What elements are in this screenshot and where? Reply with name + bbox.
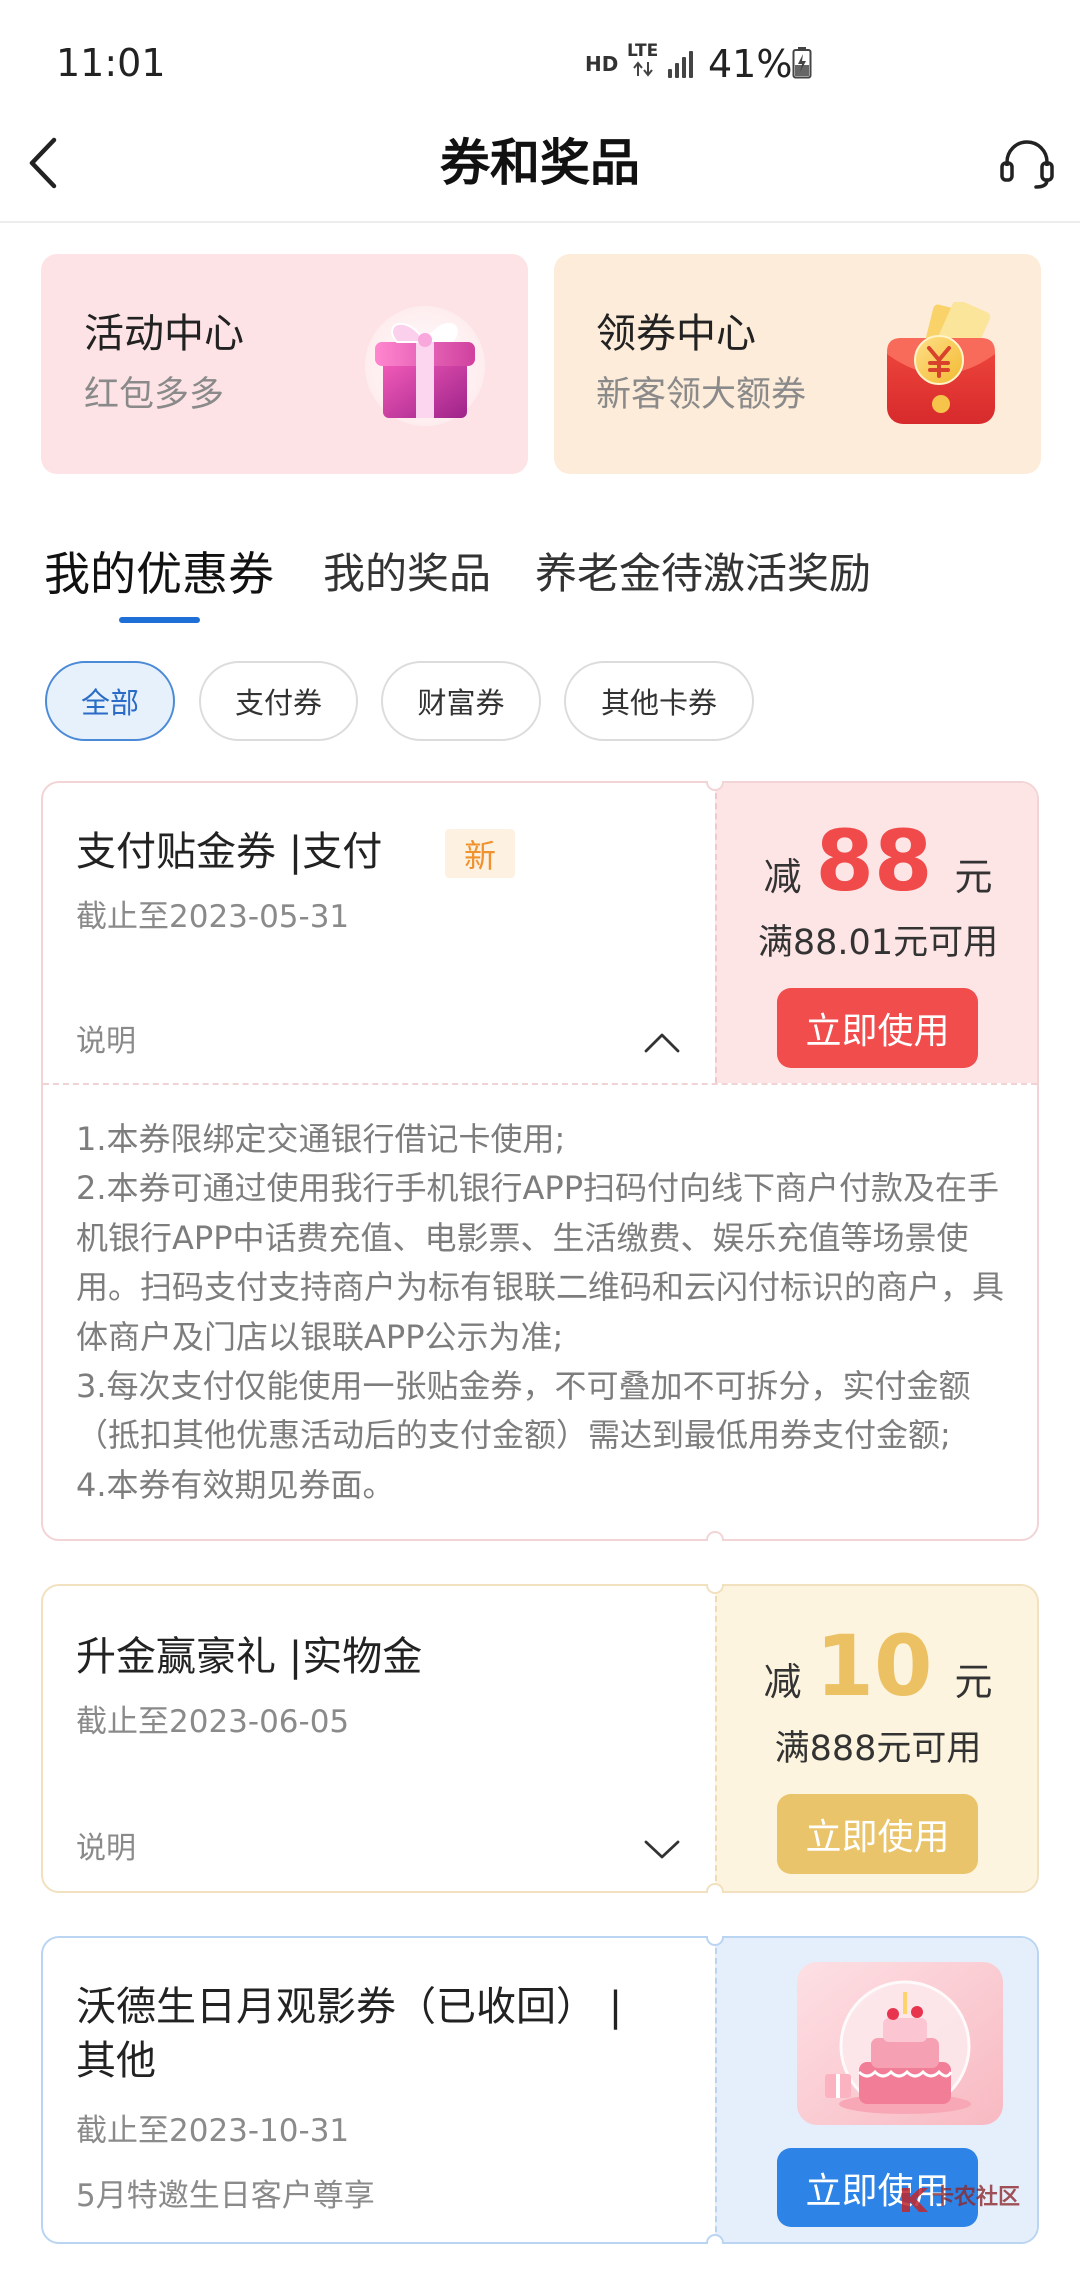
discount-unit: 元 [954, 855, 993, 899]
coupon-note-toggle[interactable]: 说明 [76, 1021, 136, 1063]
page-title: 券和奖品 [440, 134, 640, 192]
chevron-down-icon[interactable] [644, 1839, 680, 1860]
data-arrows-icon [633, 61, 653, 77]
promo-subtitle: 新客领大额券 [596, 375, 807, 415]
coupon-title: 沃德生日月观影券（已收回） | 其他 [76, 1980, 696, 2088]
filter-all[interactable]: 全部 [45, 661, 175, 741]
promo-card-activity-center[interactable]: 活动中心 红包多多 [41, 254, 528, 474]
coupon-card: 支付贴金券 |支付 新 截止至2023-05-31 说明 减 88 元 满88.… [41, 781, 1039, 1541]
description-line: 体商户及门店以银联APP公示为准; [76, 1317, 564, 1356]
coupon-expiry: 截止至2023-10-31 [76, 2113, 350, 2149]
watermark-logo [902, 2188, 928, 2212]
coupon-condition: 满888元可用 [774, 1729, 982, 1769]
red-envelope-icon [887, 302, 995, 424]
coupon-value-panel: 减 88 元 满88.01元可用 立即使用 [715, 783, 1037, 1083]
coupon-title: 升金赢豪礼 |实物金 [76, 1634, 423, 1680]
watermark-text: 卡农社区 [932, 2185, 1021, 2210]
discount-amount-row: 减 88 元 [717, 811, 1039, 911]
discount-amount: 10 [815, 1617, 933, 1715]
description-line: 4.本券有效期见券面。 [76, 1465, 395, 1504]
tab-pension-rewards[interactable]: 养老金待激活奖励 [535, 549, 871, 599]
discount-prefix: 减 [763, 855, 802, 899]
status-bar: 11:01 HD LTE 41% [0, 0, 1080, 100]
description-line: 用。扫码支付支持商户为标有银联二维码和云闪付标识的商户，具 [76, 1268, 1005, 1307]
discount-amount: 88 [815, 812, 933, 910]
tab-my-coupons[interactable]: 我的优惠券 [44, 546, 274, 602]
filter-wealth-coupons[interactable]: 财富券 [381, 661, 541, 741]
status-time: 11:01 [56, 41, 166, 85]
coupon-title: 支付贴金券 |支付 [76, 829, 383, 875]
discount-prefix: 减 [763, 1660, 802, 1704]
signal-icon [668, 50, 694, 78]
discount-unit: 元 [954, 1660, 993, 1704]
coupon-description: 1.本券限绑定交通银行借记卡使用; 2.本券可通过使用我行手机银行APP扫码付向… [76, 1115, 1006, 1510]
battery-icon [792, 47, 812, 79]
description-line: 机银行APP中话费充值、电影票、生活缴费、娱乐充值等场景使 [76, 1218, 969, 1257]
headset-icon[interactable] [998, 136, 1056, 192]
coupon-note-toggle[interactable]: 说明 [76, 1828, 136, 1870]
promo-title: 活动中心 [84, 311, 244, 357]
birthday-cake-image [797, 1962, 1003, 2125]
active-tab-indicator [119, 617, 200, 623]
promo-card-coupon-center[interactable]: 领券中心 新客领大额券 [554, 254, 1041, 474]
description-divider [43, 1083, 1037, 1085]
description-line: 1.本券限绑定交通银行借记卡使用; [76, 1120, 566, 1158]
promo-subtitle: 红包多多 [84, 375, 225, 415]
tab-my-prizes[interactable]: 我的奖品 [323, 549, 491, 599]
description-line: 2.本券可通过使用我行手机银行APP扫码付向线下商户付款及在手 [76, 1169, 1000, 1208]
promo-title: 领券中心 [596, 311, 756, 357]
header-divider [0, 221, 1080, 223]
coupon-title-line: 沃德生日月观影券（已收回） | [76, 1984, 623, 2030]
new-badge: 新 [445, 829, 515, 878]
filter-other-cards[interactable]: 其他卡券 [564, 661, 754, 741]
coupon-title-line: 其他 [76, 2038, 156, 2084]
hd-indicator: HD [585, 52, 619, 76]
use-now-button[interactable]: 立即使用 [777, 1794, 978, 1874]
description-line: （抵扣其他优惠活动后的支付金额）需达到最低用券支付金额; [76, 1416, 951, 1455]
discount-amount-row: 减 10 元 [717, 1616, 1039, 1716]
coupon-value-panel: 减 10 元 满888元可用 立即使用 [715, 1586, 1037, 1891]
description-line: 3.每次支付仅能使用一张贴金券，不可叠加不可拆分，实付金额 [76, 1366, 971, 1405]
coupon-expiry: 截止至2023-06-05 [76, 1704, 350, 1740]
gift-box-icon [365, 306, 485, 426]
network-type: LTE [627, 41, 659, 61]
coupon-subtitle: 5月特邀生日客户尊享 [76, 2178, 375, 2214]
coupon-expiry: 截止至2023-05-31 [76, 899, 350, 935]
coupon-card: 升金赢豪礼 |实物金 截止至2023-06-05 说明 减 10 元 满888元… [41, 1584, 1039, 1893]
battery-percent: 41% [708, 42, 793, 86]
use-now-button[interactable]: 立即使用 [777, 988, 978, 1068]
coupon-card: 沃德生日月观影券（已收回） | 其他 截止至2023-10-31 5月特邀生日客… [41, 1936, 1039, 2244]
filter-payment-coupons[interactable]: 支付券 [199, 661, 358, 741]
coupon-condition: 满88.01元可用 [757, 923, 999, 963]
chevron-up-icon[interactable] [644, 1032, 680, 1053]
